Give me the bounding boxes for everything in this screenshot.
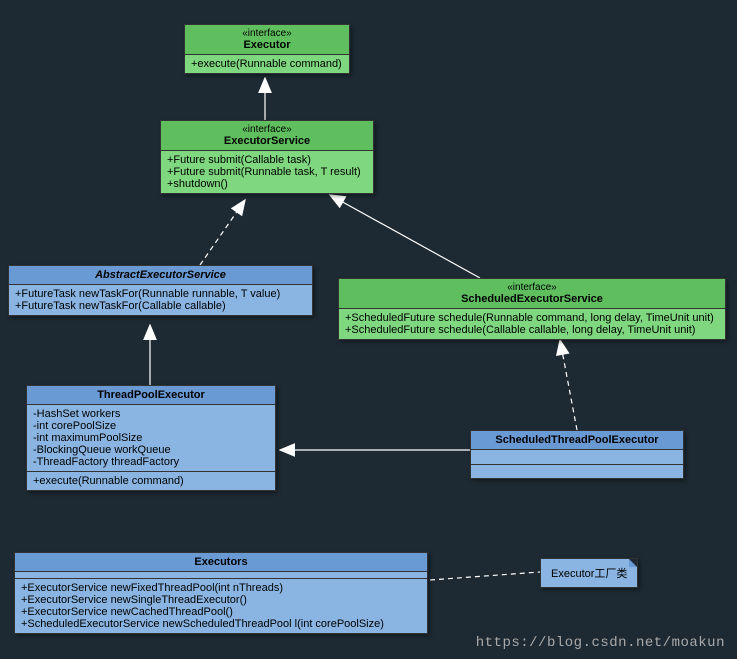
method: +FutureTask newTaskFor(Runnable runnable… [15, 288, 306, 300]
stereotype: «interface» [167, 124, 367, 135]
method: +Future submit(Runnable task, T result) [167, 166, 367, 178]
stereotype: «interface» [345, 282, 719, 293]
attribute: -ThreadFactory threadFactory [33, 456, 269, 468]
method: +ExecutorService newSingleThreadExecutor… [21, 594, 421, 606]
class-thread-pool-executor: ThreadPoolExecutor -HashSet workers -int… [26, 385, 276, 491]
uml-note: Executor工厂类 [540, 558, 638, 588]
attribute: -int maximumPoolSize [33, 432, 269, 444]
class-executor: «interface» Executor +execute(Runnable c… [184, 24, 350, 74]
class-name: ScheduledExecutorService [345, 293, 719, 305]
class-executors: Executors +ExecutorService newFixedThrea… [14, 552, 428, 634]
method: +ExecutorService newFixedThreadPool(int … [21, 582, 421, 594]
method: +execute(Runnable command) [191, 58, 343, 70]
stereotype: «interface» [191, 28, 343, 39]
class-name: AbstractExecutorService [9, 266, 312, 285]
method: +execute(Runnable command) [33, 475, 269, 487]
class-scheduled-thread-pool-executor: ScheduledThreadPoolExecutor [470, 430, 684, 479]
class-executor-service: «interface» ExecutorService +Future subm… [160, 120, 374, 194]
method: +shutdown() [167, 178, 367, 190]
method: +FutureTask newTaskFor(Callable callable… [15, 300, 306, 312]
watermark: https://blog.csdn.net/moakun [476, 635, 725, 651]
class-name: Executors [15, 553, 427, 572]
attribute: -HashSet workers [33, 408, 269, 420]
method: +ScheduledFuture schedule(Runnable comma… [345, 312, 719, 324]
attribute: -BlockingQueue workQueue [33, 444, 269, 456]
attribute: -int corePoolSize [33, 420, 269, 432]
class-name: ThreadPoolExecutor [27, 386, 275, 405]
class-name: Executor [191, 39, 343, 51]
class-scheduled-executor-service: «interface» ScheduledExecutorService +Sc… [338, 278, 726, 340]
note-text: Executor工厂类 [551, 568, 627, 580]
method: +ScheduledExecutorService newScheduledTh… [21, 618, 421, 630]
class-name: ExecutorService [167, 135, 367, 147]
class-abstract-executor-service: AbstractExecutorService +FutureTask newT… [8, 265, 313, 316]
method: +ScheduledFuture schedule(Callable calla… [345, 324, 719, 336]
method: +Future submit(Callable task) [167, 154, 367, 166]
method: +ExecutorService newCachedThreadPool() [21, 606, 421, 618]
class-name: ScheduledThreadPoolExecutor [471, 431, 683, 450]
